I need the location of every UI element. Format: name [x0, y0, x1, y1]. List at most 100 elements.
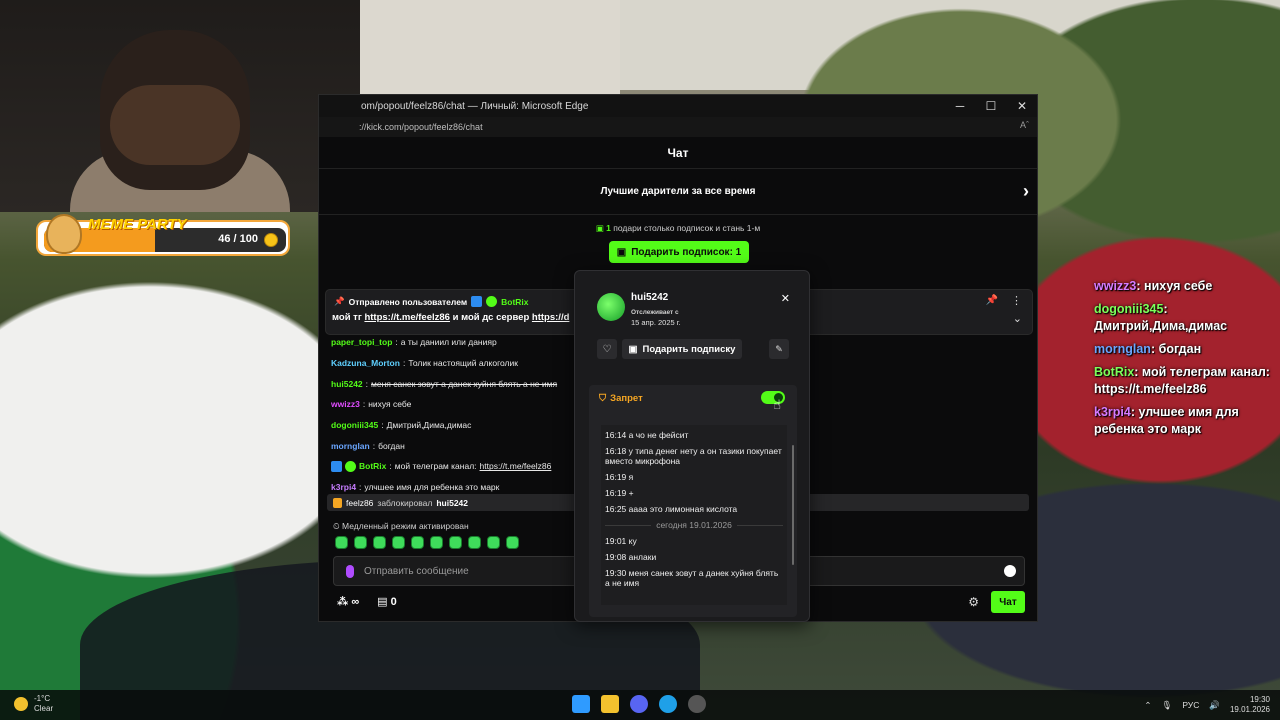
following-since-date: 15 апр. 2025 г.	[631, 318, 681, 327]
following-since-label: Отслеживает с	[631, 309, 679, 316]
chat-message[interactable]: wwizz3: нихуя себе	[331, 394, 581, 415]
emote-button[interactable]	[392, 536, 405, 549]
clock[interactable]: 19:30 19.01.2026	[1230, 695, 1270, 715]
file-explorer-icon[interactable]	[601, 695, 619, 713]
ban-target[interactable]: hui5242	[436, 498, 468, 508]
send-chat-button[interactable]: Чат	[991, 591, 1025, 613]
chat-colon: :	[372, 440, 376, 451]
language-indicator[interactable]: РУС	[1182, 700, 1199, 710]
emote-button[interactable]	[354, 536, 367, 549]
discord-icon[interactable]	[630, 695, 648, 713]
chat-username[interactable]: k3rpi4	[331, 482, 356, 492]
gift-subs-button[interactable]: ▣ Подарить подписок: 1	[609, 241, 749, 263]
address-bar[interactable]: ://kick.com/popout/feelz86/chat Aˆ	[319, 117, 1037, 137]
reader-mode-icon[interactable]: Aˆ	[1020, 120, 1029, 130]
verified-badge-icon	[345, 460, 356, 472]
points-indicator[interactable]: ⁂ ∞	[337, 595, 359, 608]
weather-widget[interactable]: -1°C Clear	[14, 694, 53, 714]
chat-message[interactable]: hui5242: меня санек зовут а данек хуйня б…	[331, 373, 581, 394]
mic-tray-icon[interactable]: 🎙	[1162, 700, 1173, 711]
mouse-cursor-icon: ☝	[773, 397, 781, 412]
history-scrollbar[interactable]	[792, 445, 794, 565]
chat-message[interactable]: paper_topi_top: а ты даниил или данияр	[331, 332, 581, 353]
slow-mode-icon: ⏲	[333, 521, 340, 531]
chevron-down-icon[interactable]: ⌄	[1013, 312, 1022, 325]
overlay-chat-separator: :	[1134, 365, 1142, 379]
background-deck	[360, 0, 620, 95]
footer-stats: ⁂ ∞ ▤ 0	[337, 595, 397, 608]
user-card-username[interactable]: hui5242	[631, 292, 668, 303]
chat-colon: :	[359, 482, 362, 493]
overlay-chat-text: Дмитрий,Дима,димас	[1094, 319, 1228, 333]
top-gifters-label: Лучшие дарители за все время	[600, 186, 756, 197]
chat-text: Толик настоящий алкоголик	[408, 358, 518, 369]
store-count: 0	[390, 596, 397, 608]
chat-message[interactable]: BotRix: мой телеграм канал: https://t.me/f…	[331, 456, 581, 477]
chat-username[interactable]: BotRix	[359, 461, 386, 471]
chat-message[interactable]: dogoniii345: Дмитрий,Дима,димас	[331, 415, 581, 436]
emoji-picker-icon[interactable]	[1004, 565, 1016, 577]
overlay-chat-message: dogoniii345: Дмитрий,Дима,димас	[1094, 301, 1278, 335]
pinned-text: мой тг https://t.me/feelz86 и мой дс сер…	[332, 312, 569, 323]
heart-icon[interactable]: ♡	[597, 339, 617, 359]
avatar	[597, 293, 625, 321]
windows-start-icon[interactable]	[572, 695, 590, 713]
emote-button[interactable]	[335, 536, 348, 549]
system-tray: ⌃ 🎙 РУС 🔊 19:30 19.01.2026	[1144, 695, 1270, 715]
more-options-icon[interactable]: ⋮	[1011, 294, 1022, 307]
pinned-link-discord[interactable]: https://d	[532, 312, 569, 323]
chat-username[interactable]: mornglan	[331, 441, 370, 451]
edge-icon[interactable]	[659, 695, 677, 713]
close-window-button[interactable]: ✕	[1007, 95, 1037, 117]
overlay-chat-user: dogoniii345	[1094, 302, 1164, 316]
pinned-user[interactable]: BotRix	[501, 297, 528, 307]
emote-button[interactable]	[468, 536, 481, 549]
gift-icon: ▣	[628, 343, 638, 355]
chat-message[interactable]: mornglan: богдан	[331, 435, 581, 456]
ban-header: ⛉ Запрет	[599, 393, 643, 404]
microphone-icon[interactable]	[346, 564, 354, 578]
mod-tools-icon[interactable]: ✎	[769, 339, 789, 359]
chat-title: Чат	[667, 145, 689, 160]
gift-sub-button[interactable]: ▣ Подарить подписку	[622, 339, 742, 359]
slow-mode-text: Медленный режим активирован	[342, 521, 469, 531]
chat-text: богдан	[378, 440, 405, 451]
emote-button[interactable]	[430, 536, 443, 549]
overlay-chat-user: mornglan	[1094, 342, 1151, 356]
gift-promo: ▣ 1 подари столько подписок и стань 1-м	[319, 223, 1037, 234]
unpin-icon[interactable]: 📌	[986, 295, 998, 306]
chat-username[interactable]: paper_topi_top	[331, 337, 392, 347]
ban-section: ⛉ Запрет ☝ 16:14 а чо не фейсит 16:18 у т…	[589, 385, 797, 617]
emote-button[interactable]	[487, 536, 500, 549]
history-message: 19:30 меня санек зовут а данек хуйня бля…	[605, 568, 779, 588]
obs-icon[interactable]	[688, 695, 706, 713]
chat-username[interactable]: hui5242	[331, 379, 363, 389]
minimize-button[interactable]: ─	[945, 95, 975, 117]
close-icon[interactable]: ✕	[781, 292, 790, 305]
chat-message[interactable]: Kadzuna_Morton: Толик настоящий алкоголик	[331, 353, 581, 374]
chevron-up-icon[interactable]: ⌃	[1144, 700, 1151, 711]
emote-button[interactable]	[373, 536, 386, 549]
volume-icon[interactable]: 🔊	[1209, 700, 1220, 711]
chat-username[interactable]: dogoniii345	[331, 420, 378, 430]
maximize-button[interactable]: ☐	[976, 95, 1006, 117]
emote-button[interactable]	[449, 536, 462, 549]
top-gifters-banner[interactable]: Лучшие дарители за все время ›	[319, 169, 1037, 215]
store-indicator[interactable]: ▤ 0	[377, 595, 397, 608]
weather-condition: Clear	[34, 704, 54, 713]
chat-link[interactable]: https://t.me/feelz86	[480, 461, 552, 471]
emote-button[interactable]	[411, 536, 424, 549]
chat-text: нихуя себе	[368, 399, 412, 410]
history-message: 16:18 у типа денег нету а он тазики поку…	[605, 446, 782, 466]
chat-username[interactable]: Kadzuna_Morton	[331, 358, 400, 368]
promo-text: подари столько подписок и стань 1-м	[613, 223, 761, 233]
points-icon: ⁂	[337, 596, 349, 608]
ban-moderator[interactable]: feelz86	[346, 498, 373, 508]
chat-username[interactable]: wwizz3	[331, 399, 360, 409]
temperature: -1°C	[34, 694, 51, 703]
pinned-text-mid: и мой дс сервер	[452, 312, 530, 323]
user-card-popup: hui5242 Отслеживает с 15 апр. 2025 г. ✕ …	[574, 270, 810, 622]
pinned-link-telegram[interactable]: https://t.me/feelz86	[364, 312, 450, 323]
settings-gear-icon[interactable]: ⚙	[968, 595, 979, 609]
emote-button[interactable]	[506, 536, 519, 549]
